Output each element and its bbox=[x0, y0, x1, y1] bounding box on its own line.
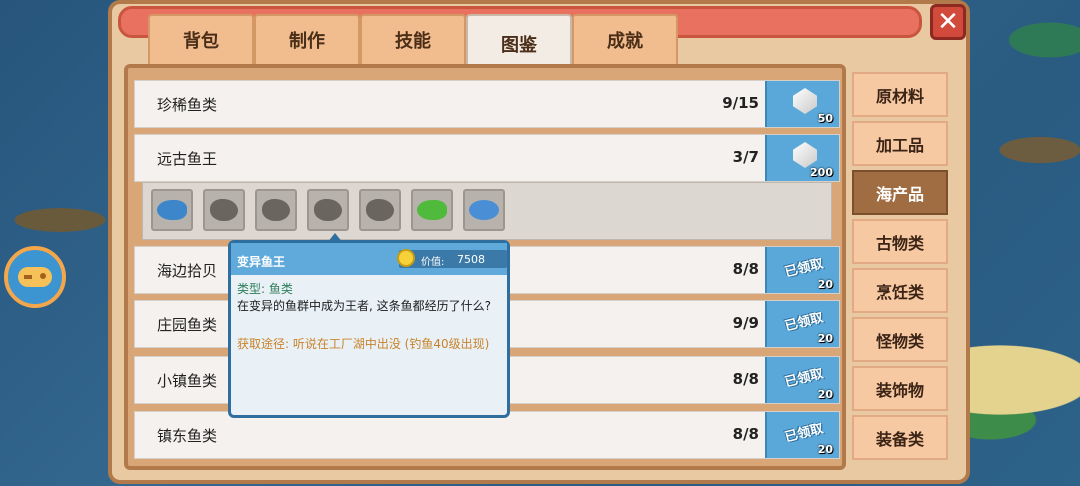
reward-amount: 20 bbox=[817, 443, 833, 456]
gamepad-icon bbox=[18, 267, 52, 287]
row-progress: 8/8 bbox=[732, 370, 759, 388]
tooltip-type: 类型: 鱼类 bbox=[237, 282, 293, 296]
category-monsters[interactable]: 怪物类 bbox=[852, 317, 948, 362]
green-fish-icon bbox=[417, 200, 447, 220]
reward-amount: 20 bbox=[817, 332, 833, 345]
category-seafood[interactable]: 海产品 bbox=[852, 170, 948, 215]
row-progress: 9/9 bbox=[732, 314, 759, 332]
row-name: 海边拾贝 bbox=[157, 262, 218, 280]
gamepad-button[interactable] bbox=[4, 246, 66, 308]
fish-collection-strip bbox=[142, 182, 832, 240]
fish-slot[interactable] bbox=[307, 189, 349, 231]
reward-button[interactable]: 50 bbox=[765, 81, 839, 127]
diamond-icon bbox=[793, 88, 817, 114]
reward-amount: 200 bbox=[810, 166, 833, 179]
row-progress: 9/15 bbox=[722, 94, 759, 112]
reward-button[interactable]: 200 bbox=[765, 135, 839, 181]
row-name: 远古鱼王 bbox=[157, 150, 218, 168]
category-decorations[interactable]: 装饰物 bbox=[852, 366, 948, 411]
reward-claimed-badge: 已领取 20 bbox=[765, 247, 839, 293]
reward-claimed-badge: 已领取 20 bbox=[765, 301, 839, 347]
category-antiques[interactable]: 古物类 bbox=[852, 219, 948, 264]
gold-coin-icon bbox=[397, 249, 415, 267]
row-name: 庄园鱼类 bbox=[157, 316, 218, 334]
reward-amount: 20 bbox=[817, 278, 833, 291]
fish-slot[interactable] bbox=[151, 189, 193, 231]
reward-amount: 50 bbox=[817, 112, 833, 125]
category-sidebar: 原材料 加工品 海产品 古物类 烹饪类 怪物类 装饰物 装备类 bbox=[852, 72, 948, 460]
blue-shark-icon bbox=[157, 200, 187, 220]
value-label: 价值: bbox=[421, 257, 445, 268]
row-progress: 8/8 bbox=[732, 425, 759, 443]
fish-slot[interactable] bbox=[411, 189, 453, 231]
locked-fish-icon bbox=[366, 199, 394, 221]
diamond-icon bbox=[793, 142, 817, 168]
locked-fish-icon bbox=[210, 199, 238, 221]
row-name: 小镇鱼类 bbox=[157, 372, 218, 390]
locked-fish-icon bbox=[314, 199, 342, 221]
value-box bbox=[399, 250, 507, 268]
row-name: 珍稀鱼类 bbox=[157, 96, 218, 114]
fish-slot[interactable] bbox=[255, 189, 297, 231]
category-cooking[interactable]: 烹饪类 bbox=[852, 268, 948, 313]
locked-fish-icon bbox=[262, 199, 290, 221]
reward-claimed-badge: 已领取 20 bbox=[765, 412, 839, 458]
collection-row-ancient-fish-king[interactable]: 远古鱼王 3/7 200 bbox=[134, 134, 840, 182]
blue-pufferfish-icon bbox=[469, 200, 499, 220]
tab-backpack[interactable]: 背包 bbox=[148, 14, 254, 64]
category-equipment[interactable]: 装备类 bbox=[852, 415, 948, 460]
close-button[interactable]: ✕ bbox=[930, 4, 966, 40]
tab-crafting[interactable]: 制作 bbox=[254, 14, 360, 64]
category-raw-materials[interactable]: 原材料 bbox=[852, 72, 948, 117]
tooltip-description: 在变异的鱼群中成为王者, 这条鱼都经历了什么? bbox=[237, 299, 491, 313]
collection-row-east-town-fish[interactable]: 镇东鱼类 8/8 已领取 20 bbox=[134, 411, 840, 459]
reward-amount: 20 bbox=[817, 388, 833, 401]
row-name: 镇东鱼类 bbox=[157, 427, 218, 445]
collection-row-rare-fish[interactable]: 珍稀鱼类 9/15 50 bbox=[134, 80, 840, 128]
row-progress: 3/7 bbox=[732, 148, 759, 166]
tooltip-source: 获取途径: 听说在工厂湖中出没 (钓鱼40级出现) bbox=[237, 337, 490, 351]
tab-achievements[interactable]: 成就 bbox=[572, 14, 678, 64]
tab-skills[interactable]: 技能 bbox=[360, 14, 466, 64]
value-amount: 7508 bbox=[457, 253, 485, 266]
tooltip-arrow bbox=[327, 233, 343, 243]
category-processed-goods[interactable]: 加工品 bbox=[852, 121, 948, 166]
row-progress: 8/8 bbox=[732, 260, 759, 278]
fish-slot[interactable] bbox=[203, 189, 245, 231]
reward-claimed-badge: 已领取 20 bbox=[765, 357, 839, 403]
fish-slot[interactable] bbox=[359, 189, 401, 231]
tooltip-title: 变异鱼王 bbox=[237, 255, 286, 269]
fish-slot[interactable] bbox=[463, 189, 505, 231]
item-tooltip: 变异鱼王 价值: 7508 类型: 鱼类 在变异的鱼群中成为王者, 这条鱼都经历… bbox=[228, 233, 510, 418]
